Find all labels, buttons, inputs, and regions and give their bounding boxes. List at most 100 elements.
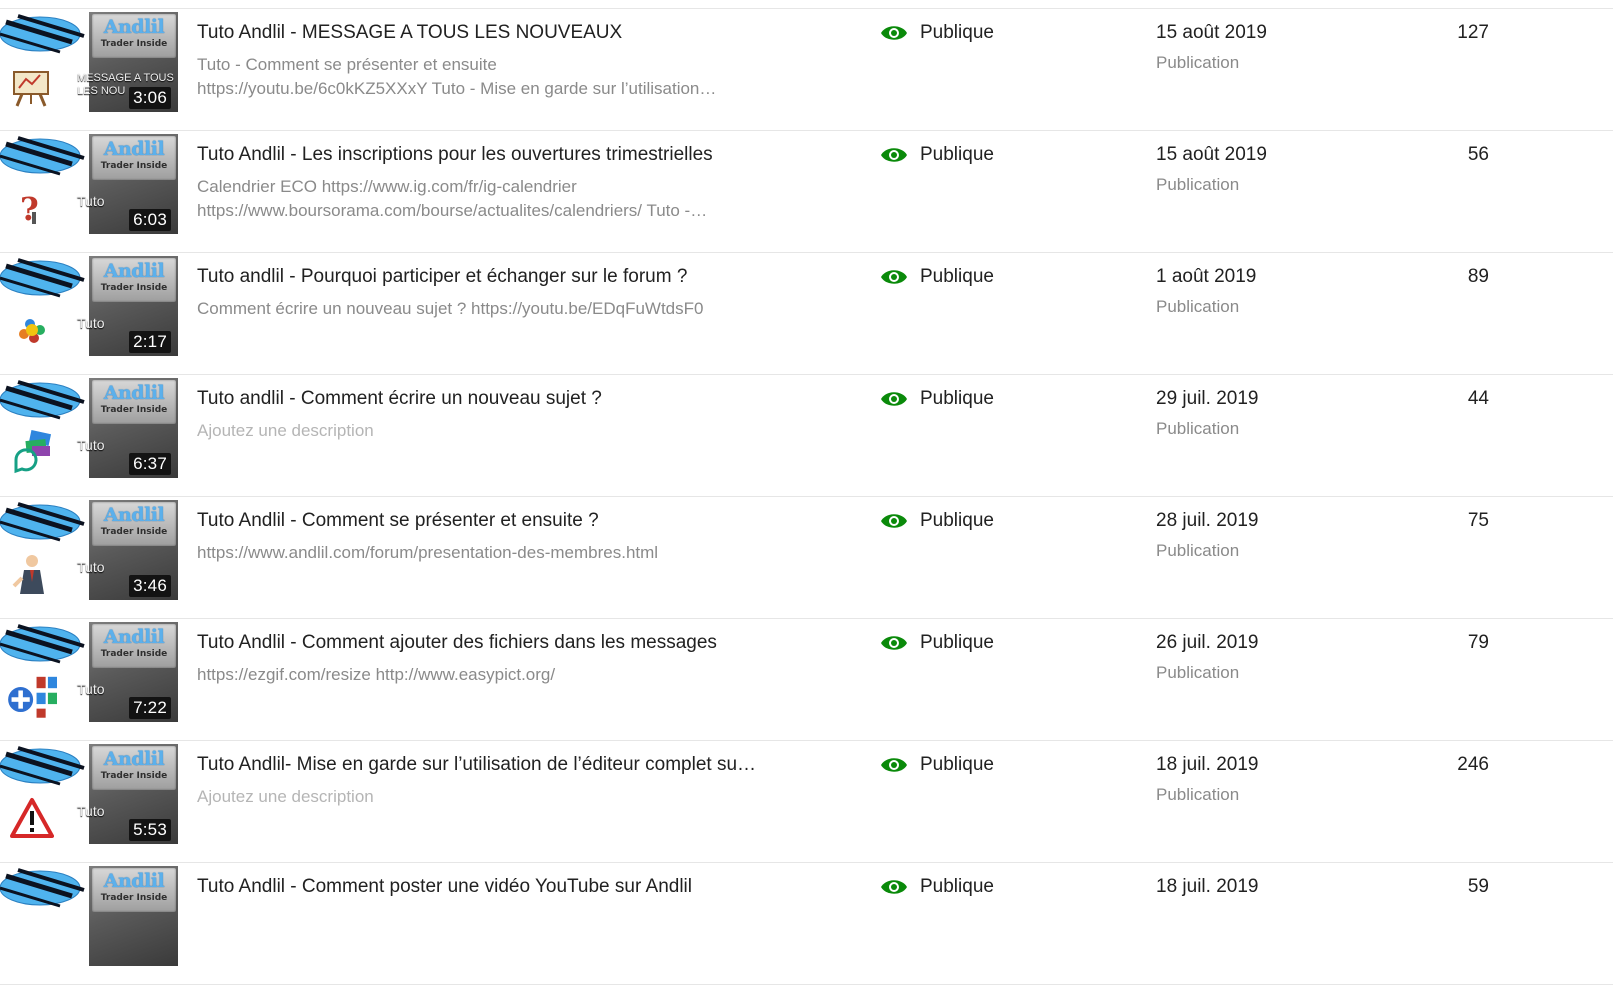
- eye-icon: [881, 26, 907, 40]
- andlil-logo: Andlil Trader Inside: [92, 746, 176, 790]
- description-line: https://www.boursorama.com/bourse/actual…: [197, 201, 708, 220]
- publish-date: 1 août 2019: [1156, 266, 1257, 287]
- video-description: https://www.andlil.com/forum/presentatio…: [197, 541, 757, 565]
- video-list: Andlil Trader Inside MESSAGE A TOUS LES NO…: [0, 9, 1613, 985]
- eye-icon: [881, 758, 907, 772]
- description-line: https://www.andlil.com/forum/presentatio…: [197, 543, 659, 562]
- date-type-label: Publication: [1156, 53, 1240, 72]
- video-title[interactable]: Tuto Andlil - Comment se présenter et en…: [197, 510, 599, 532]
- video-thumbnail[interactable]: Andlil Trader Inside Tuto? 6:03: [0, 134, 178, 234]
- video-thumbnail[interactable]: Andlil Trader Inside Tuto 2:17: [0, 256, 178, 356]
- thumbnail-caption: Tuto: [77, 437, 105, 453]
- publish-date: 29 juil. 2019: [1156, 388, 1259, 409]
- description-line: https://youtu.be/6c0kKZ5XXxY Tuto - Mise…: [197, 79, 717, 98]
- video-row[interactable]: Andlil Trader Inside Tuto 7:22 Tuto Andlil -…: [0, 619, 1613, 741]
- video-description[interactable]: Ajoutez une description: [197, 419, 757, 443]
- date-type-label: Publication: [1156, 419, 1240, 438]
- description-line: Ajoutez une description: [197, 787, 374, 806]
- add-files-icon: [8, 676, 57, 718]
- view-count: 59: [1467, 876, 1489, 897]
- visibility-cell[interactable]: Publique: [880, 632, 994, 654]
- video-title[interactable]: Tuto Andlil - MESSAGE A TOUS LES NOUVEAU…: [197, 22, 622, 44]
- video-thumbnail[interactable]: Andlil Trader Inside: [0, 866, 178, 966]
- video-row[interactable]: Andlil Trader Inside Tuto 5:53 Tuto Andlil- …: [0, 741, 1613, 863]
- video-description[interactable]: Ajoutez une description: [197, 785, 757, 809]
- video-title[interactable]: Tuto andlil - Pourquoi participer et éch…: [197, 266, 687, 288]
- question-mark-icon: ?: [20, 190, 39, 228]
- blue-stripes-graphic: [0, 380, 85, 420]
- eye-icon: [881, 636, 907, 650]
- visibility-label: Publique: [920, 266, 994, 287]
- publish-date: 15 août 2019: [1156, 144, 1267, 165]
- visibility-label: Publique: [920, 144, 994, 165]
- visibility-cell[interactable]: Publique: [880, 266, 994, 288]
- view-count: 79: [1467, 632, 1489, 653]
- thumbnail-left-panel: [0, 866, 90, 966]
- thumbnail-caption: Tuto: [77, 681, 105, 697]
- view-count: 246: [1457, 754, 1489, 775]
- publish-date: 26 juil. 2019: [1156, 632, 1259, 653]
- description-line: Comment écrire un nouveau sujet ? https:…: [197, 299, 704, 318]
- blue-stripes-graphic: [0, 746, 85, 786]
- eye-icon: [881, 514, 907, 528]
- video-duration: 6:37: [129, 453, 171, 475]
- person-presenting-icon: [12, 555, 44, 594]
- visibility-label: Publique: [920, 22, 994, 43]
- publish-date: 15 août 2019: [1156, 22, 1267, 43]
- video-title[interactable]: Tuto Andlil - Comment ajouter des fichie…: [197, 632, 717, 654]
- video-thumbnail[interactable]: Andlil Trader Inside Tuto 3:46: [0, 500, 178, 600]
- video-duration: 7:22: [129, 697, 171, 719]
- date-type-label: Publication: [1156, 297, 1240, 316]
- eye-icon: [881, 392, 907, 406]
- date-type-label: Publication: [1156, 663, 1240, 682]
- publish-date: 18 juil. 2019: [1156, 876, 1259, 897]
- visibility-cell[interactable]: Publique: [880, 510, 994, 532]
- description-line: Ajoutez une description: [197, 421, 374, 440]
- video-duration: 6:03: [129, 209, 171, 231]
- eye-icon: [881, 880, 907, 894]
- visibility-cell[interactable]: Publique: [880, 754, 994, 776]
- visibility-cell[interactable]: Publique: [880, 876, 994, 898]
- video-row[interactable]: Andlil Trader Inside Tuto 2:17 Tuto andlil -…: [0, 253, 1613, 375]
- eye-icon: [881, 148, 907, 162]
- visibility-label: Publique: [920, 754, 994, 775]
- video-thumbnail[interactable]: Andlil Trader Inside Tuto 5:53: [0, 744, 178, 844]
- description-line: Calendrier ECO https://www.ig.com/fr/ig-…: [197, 177, 577, 196]
- video-title[interactable]: Tuto Andlil - Les inscriptions pour les …: [197, 144, 713, 166]
- andlil-logo: Andlil Trader Inside: [92, 624, 176, 668]
- video-thumbnail[interactable]: Andlil Trader Inside MESSAGE A TOUS LES NO…: [0, 12, 178, 112]
- visibility-cell[interactable]: Publique: [880, 22, 994, 44]
- visibility-label: Publique: [920, 510, 994, 531]
- video-title[interactable]: Tuto Andlil - Comment poster une vidéo Y…: [197, 876, 692, 898]
- video-duration: 5:53: [129, 819, 171, 841]
- visibility-label: Publique: [920, 388, 994, 409]
- video-title[interactable]: Tuto Andlil- Mise en garde sur l’utilisa…: [197, 754, 756, 776]
- video-row[interactable]: Andlil Trader Inside Tuto? 6:03 Tuto Andlil …: [0, 131, 1613, 253]
- video-duration: 3:06: [129, 87, 171, 109]
- video-thumbnail[interactable]: Andlil Trader Inside Tuto 7:22: [0, 622, 178, 722]
- view-count: 127: [1457, 22, 1489, 43]
- date-type-label: Publication: [1156, 175, 1240, 194]
- video-description: Comment écrire un nouveau sujet ? https:…: [197, 297, 757, 321]
- video-description: Tuto - Comment se présenter et ensuite ht…: [197, 53, 757, 101]
- video-row[interactable]: Andlil Trader Inside Tuto Andlil - Comment…: [0, 863, 1613, 985]
- description-line: https://ezgif.com/resize http://www.easy…: [197, 665, 556, 684]
- video-row[interactable]: Andlil Trader Inside Tuto 6:37 Tuto andlil -…: [0, 375, 1613, 497]
- visibility-cell[interactable]: Publique: [880, 388, 994, 410]
- andlil-logo: Andlil Trader Inside: [92, 258, 176, 302]
- blue-stripes-graphic: [0, 258, 85, 298]
- video-row[interactable]: Andlil Trader Inside MESSAGE A TOUS LES NO…: [0, 9, 1613, 131]
- view-count: 75: [1467, 510, 1489, 531]
- visibility-label: Publique: [920, 632, 994, 653]
- eye-icon: [881, 270, 907, 284]
- visibility-label: Publique: [920, 876, 994, 897]
- view-count: 89: [1467, 266, 1489, 287]
- blue-stripes-graphic: [0, 502, 85, 542]
- andlil-logo: Andlil Trader Inside: [92, 14, 176, 58]
- date-type-label: Publication: [1156, 541, 1240, 560]
- video-thumbnail[interactable]: Andlil Trader Inside Tuto 6:37: [0, 378, 178, 478]
- visibility-cell[interactable]: Publique: [880, 144, 994, 166]
- video-row[interactable]: Andlil Trader Inside Tuto 3:46 Tuto Andlil -…: [0, 497, 1613, 619]
- view-count: 56: [1467, 144, 1489, 165]
- video-title[interactable]: Tuto andlil - Comment écrire un nouveau …: [197, 388, 602, 410]
